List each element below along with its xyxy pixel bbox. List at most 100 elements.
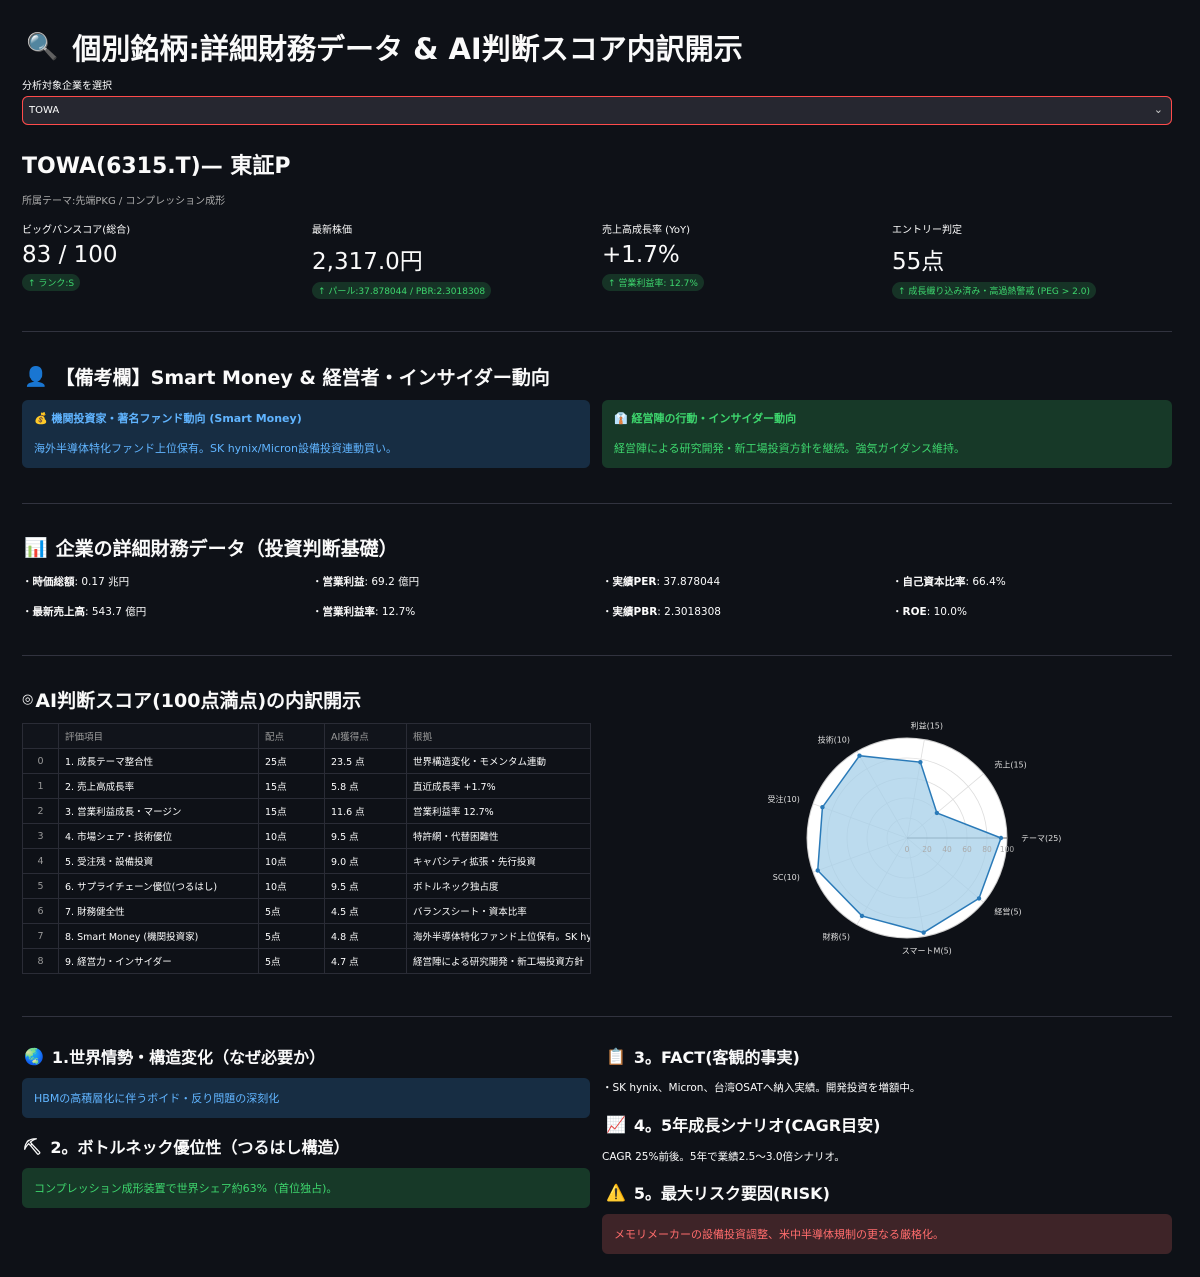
suit-icon: 👔 [614, 412, 628, 425]
table-row[interactable]: 5 6. サプライチェーン優位(つるはし) 10点 9.5 点ボトルネック独占度 [22, 873, 591, 899]
metric-label: 売上高成長率 (YoY) [602, 225, 690, 236]
company-select-value: TOWA [29, 105, 60, 116]
metric-value: 83 / 100 [22, 242, 118, 268]
radar-category-label: SC(10) [773, 873, 800, 882]
table-row[interactable]: 0 1. 成長テーマ整合性 25点 23.5 点世界構造変化・モメンタム連動 [22, 748, 591, 774]
table-cell: 5点 [258, 898, 325, 924]
column-header[interactable]: 根拠 [406, 723, 591, 749]
table-cell: 2 [22, 798, 59, 824]
table-row[interactable]: 1 2. 売上高成長率 15点 5.8 点直近成長率 +1.7% [22, 773, 591, 799]
radar-category-label: 技術(10) [818, 734, 850, 744]
table-cell: 15点 [258, 798, 325, 824]
table-cell: 直近成長率 +1.7% [406, 773, 591, 799]
company-select[interactable]: TOWA ⌄ [22, 96, 1172, 125]
trend-up-icon: 📈 [606, 1114, 626, 1134]
column-header[interactable]: 配点 [258, 723, 325, 749]
radar-category-label: 受注(10) [767, 794, 799, 804]
score-section-title: ◎ AI判断スコア(100点満点)の内訳開示 [22, 686, 361, 713]
table-cell: 9.5 点 [324, 873, 407, 899]
table-cell: 6. サプライチェーン優位(つるはし) [58, 873, 259, 899]
column-header[interactable]: AI獲得点 [324, 723, 407, 749]
radar-tick-label: 0 [905, 845, 910, 854]
target-icon: ◎ [22, 692, 34, 707]
fin-revenue: ・最新売上高: 543.7 億円 [22, 606, 147, 618]
metric-stock-price: 最新株価 2,317.0円 ↑ パール:37.878044 / PBR:2.30… [312, 221, 592, 299]
table-cell: 4.5 点 [324, 898, 407, 924]
radar-category-label: 利益(15) [911, 721, 943, 731]
company-theme: 所属テーマ:先端PKG / コンプレッション成形 [22, 196, 226, 207]
globe-icon: 🌏 [24, 1046, 44, 1066]
world-section-title: 🌏 1.世界情勢・構造変化（なぜ必要か） [24, 1044, 325, 1068]
table-cell: キャパシティ拡張・先行投資 [406, 848, 591, 874]
bottleneck-section-title: ⛏ 2。ボトルネック優位性（つるはし構造） [22, 1134, 349, 1158]
table-row[interactable]: 7 8. Smart Money (機関投資家) 5点 4.8 点海外半導体特化ファン… [22, 923, 591, 949]
table-cell: 8. Smart Money (機関投資家) [58, 923, 259, 949]
column-header[interactable] [22, 723, 59, 749]
score-radar-chart: 0 20 40 60 80 100 テーマ(25) 売上(15) 利益(15) 技術(10) 受注(… [767, 721, 1061, 956]
money-bag-icon: 💰 [34, 412, 48, 425]
table-row[interactable]: 4 5. 受注残・設備投資 10点 9.0 点キャパシティ拡張・先行投資 [22, 848, 591, 874]
table-cell: 世界構造変化・モメンタム連動 [406, 748, 591, 774]
column-header[interactable]: 評価項目 [58, 723, 259, 749]
metric-label: エントリー判定 [892, 225, 962, 236]
risk-box: メモリメーカーの設備投資調整、米中半導体規制の更なる厳格化。 [602, 1214, 1172, 1254]
fin-operating-margin: ・営業利益率: 12.7% [312, 606, 416, 618]
table-row[interactable]: 8 9. 経営力・インサイダー 5点 4.7 点経営陣による研究開発・新工場投資方針 [22, 948, 591, 974]
management-title-text: 経営陣の行動・インサイダー動向 [631, 412, 797, 425]
table-cell: 23.5 点 [324, 748, 407, 774]
fin-equity-ratio: ・自己資本比率: 66.4% [892, 576, 1006, 588]
world-section-title-text: 1.世界情勢・構造変化（なぜ必要か） [51, 1048, 326, 1067]
page-title: 🔍 個別銘柄:詳細財務データ & AI判断スコア内訳開示 [26, 26, 743, 68]
smart-money-title: 💰 機関投資家・著名ファンド動向 (Smart Money) [34, 410, 578, 426]
growth-section-title: 📈 4。5年成長シナリオ(CAGR目安) [606, 1112, 880, 1136]
radar-point [820, 805, 825, 810]
table-cell: 15点 [258, 773, 325, 799]
person-icon: 👤 [24, 366, 48, 388]
table-cell: 25点 [258, 748, 325, 774]
metric-delta: ↑ 営業利益率: 12.7% [602, 274, 704, 291]
table-cell: 11.6 点 [324, 798, 407, 824]
metric-value: 55点 [892, 249, 945, 275]
smart-money-box: 💰 機関投資家・著名ファンド動向 (Smart Money) 海外半導体特化ファ… [22, 400, 590, 468]
table-cell: 5点 [258, 923, 325, 949]
world-text: HBMの高積層化に伴うボイド・反り問題の深刻化 [34, 1092, 280, 1105]
radar-tick-label: 60 [962, 845, 972, 854]
company-select-label: 分析対象企業を選択 [22, 81, 112, 92]
bottleneck-text: コンプレッション成形装置で世界シェア約63%（首位独占)。 [34, 1182, 338, 1195]
metric-label: 最新株価 [312, 225, 352, 236]
table-cell: 特許網・代替困難性 [406, 823, 591, 849]
radar-tick-label: 100 [1000, 845, 1015, 854]
metric-label: ビッグバンスコア(総合) [22, 225, 131, 236]
radar-category-label: 経営(5) [994, 906, 1021, 916]
fin-pbr: ・実績PBR: 2.3018308 [602, 606, 721, 618]
management-box: 👔 経営陣の行動・インサイダー動向 経営陣による研究開発・新工場投資方針を継続。… [602, 400, 1172, 468]
table-cell: 7. 財務健全性 [58, 898, 259, 924]
chevron-down-icon[interactable]: ⌄ [1154, 103, 1163, 116]
score-table[interactable]: 評価項目 配点 AI獲得点 根拠 0 1. 成長テーマ整合性 25点 23.5 点世界… [22, 723, 591, 974]
table-header-row: 評価項目 配点 AI獲得点 根拠 [22, 723, 591, 749]
table-cell: 4.7 点 [324, 948, 407, 974]
table-cell: 10点 [258, 823, 325, 849]
page-title-text: 個別銘柄:詳細財務データ & AI判断スコア内訳開示 [72, 32, 743, 66]
table-row[interactable]: 6 7. 財務健全性 5点 4.5 点バランスシート・資本比率 [22, 898, 591, 924]
radar-point [815, 868, 820, 873]
risk-section-title: ⚠️ 5。最大リスク要因(RISK) [606, 1180, 830, 1204]
financials-section-title: 📊 企業の詳細財務データ（投資判断基礎） [24, 534, 398, 561]
metric-value: 2,317.0円 [312, 249, 423, 275]
fact-section-title: 📋 3。FACT(客観的事実) [606, 1044, 800, 1068]
table-cell: ボトルネック独占度 [406, 873, 591, 899]
radar-point [918, 759, 923, 765]
table-cell: 7 [22, 923, 59, 949]
metric-value: +1.7% [602, 242, 680, 268]
management-title: 👔 経営陣の行動・インサイダー動向 [614, 410, 1160, 426]
radar-point [998, 835, 1004, 841]
table-row[interactable]: 2 3. 営業利益成長・マージン 15点 11.6 点営業利益率 12.7% [22, 798, 591, 824]
table-cell: バランスシート・資本比率 [406, 898, 591, 924]
magnifier-icon: 🔍 [26, 32, 59, 62]
table-row[interactable]: 3 4. 市場シェア・技術優位 10点 9.5 点特許網・代替困難性 [22, 823, 591, 849]
metric-delta: ↑ パール:37.878044 / PBR:2.3018308 [312, 282, 492, 299]
table-cell: 5. 受注残・設備投資 [58, 848, 259, 874]
growth-text: CAGR 25%前後。5年で業績2.5〜3.0倍シナリオ。 [602, 1151, 845, 1163]
radar-point [976, 896, 982, 901]
table-cell: 5 [22, 873, 59, 899]
